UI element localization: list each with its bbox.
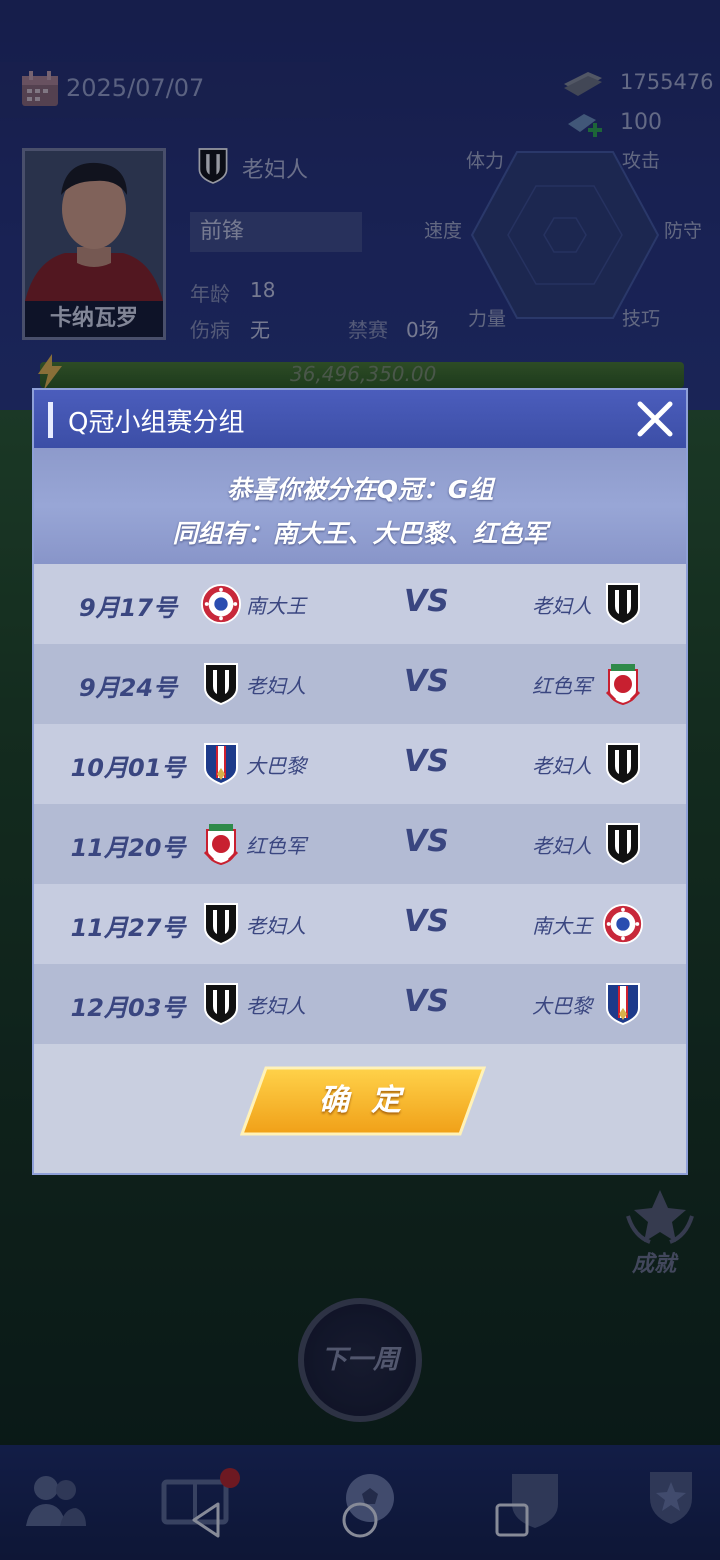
laofuren-badge-icon — [203, 662, 239, 706]
away-team-name: 老妇人 — [532, 834, 592, 858]
versus-label: VS — [404, 584, 449, 619]
nandawang-badge-icon — [602, 903, 644, 945]
confirm-button[interactable] — [240, 1066, 486, 1136]
laofuren-badge-icon — [605, 582, 641, 626]
dabali-badge-icon — [203, 742, 239, 786]
fixture-date: 9月17号 — [78, 594, 178, 622]
close-icon[interactable] — [634, 398, 676, 440]
fixture-date: 9月24号 — [78, 674, 178, 702]
home-team-name: 南大王 — [246, 594, 306, 618]
away-team-name: 老妇人 — [532, 754, 592, 778]
group-opponents-text: 同组有：南大王、大巴黎、红色军 — [172, 519, 548, 548]
laofuren-badge-icon — [203, 982, 239, 1026]
hongsejun-badge-icon — [605, 662, 641, 706]
dabali-badge-icon — [605, 982, 641, 1026]
fixture-row: 9月17号 南大王 VS 老妇人 — [34, 564, 686, 644]
group-assignment-text: 恭喜你被分在Q冠：G组 — [226, 475, 494, 504]
dialog-header: Q冠小组赛分组 — [34, 390, 686, 448]
group-draw-dialog: Q冠小组赛分组 恭喜你被分在Q冠：G组 同组有：南大王、大巴黎、红色军 9月17… — [32, 388, 688, 1175]
home-team-name: 红色军 — [246, 834, 306, 858]
fixture-date: 11月27号 — [70, 914, 186, 942]
hongsejun-badge-icon — [203, 822, 239, 866]
fixture-row: 12月03号 老妇人 VS 大巴黎 — [34, 964, 686, 1044]
versus-label: VS — [404, 984, 449, 1019]
fixture-row: 11月27号 老妇人 VS 南大王 — [34, 884, 686, 964]
home-team-name: 老妇人 — [246, 994, 306, 1018]
fixture-row: 9月24号 老妇人 VS 红色军 — [34, 644, 686, 724]
fixture-date: 11月20号 — [70, 834, 186, 862]
fixture-row: 10月01号 大巴黎 VS 老妇人 — [34, 724, 686, 804]
header-accent-bar — [48, 402, 53, 438]
fixture-date: 10月01号 — [70, 754, 186, 782]
home-team-name: 大巴黎 — [246, 754, 306, 778]
laofuren-badge-icon — [605, 822, 641, 866]
fixture-row: 11月20号 红色军 VS 老妇人 — [34, 804, 686, 884]
away-team-name: 南大王 — [532, 914, 592, 938]
home-team-name: 老妇人 — [246, 674, 306, 698]
versus-label: VS — [404, 664, 449, 699]
fixture-date: 12月03号 — [70, 994, 186, 1022]
versus-label: VS — [404, 824, 449, 859]
fixture-list: 9月17号 南大王 VS 老妇人 9月24号 老妇人 VS 红色军 10月01号 大巴黎 VS 老妇人… — [34, 564, 686, 1044]
versus-label: VS — [404, 744, 449, 779]
away-team-name: 老妇人 — [532, 594, 592, 618]
away-team-name: 红色军 — [532, 674, 592, 698]
laofuren-badge-icon — [203, 902, 239, 946]
nandawang-badge-icon — [200, 583, 242, 625]
laofuren-badge-icon — [605, 742, 641, 786]
home-team-name: 老妇人 — [246, 914, 306, 938]
group-announcement: 恭喜你被分在Q冠：G组 同组有：南大王、大巴黎、红色军 — [34, 448, 686, 564]
versus-label: VS — [404, 904, 449, 939]
dialog-title: Q冠小组赛分组 — [68, 408, 245, 438]
away-team-name: 大巴黎 — [532, 994, 592, 1018]
